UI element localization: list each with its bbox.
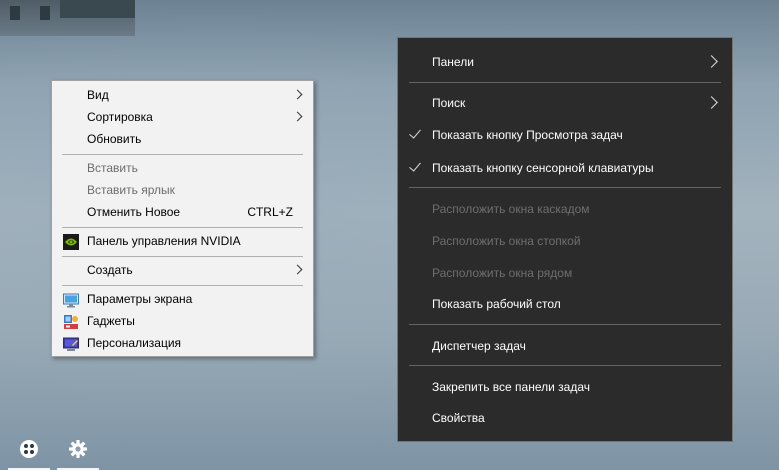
desktop-context-menu: Вид Сортировка Обновить Вставить Вставит…: [51, 80, 314, 357]
menu-separator: [62, 256, 303, 257]
menu-item-label: Показать рабочий стол: [432, 297, 561, 311]
menu-item-paste[interactable]: Вставить: [53, 158, 312, 179]
menu-item-label: Расположить окна каскадом: [432, 202, 590, 216]
taskbar-context-menu: Панели Поиск Показать кнопку Просмотра з…: [397, 37, 733, 442]
chevron-right-icon: [705, 96, 718, 109]
menu-separator: [409, 324, 721, 325]
menu-item-label: Расположить окна стопкой: [432, 234, 581, 248]
menu-item-show-desktop[interactable]: Показать рабочий стол: [398, 292, 732, 316]
gadgets-icon: [64, 315, 78, 329]
menu-separator: [409, 187, 721, 188]
menu-item-show-touch-keyboard-button[interactable]: Показать кнопку сенсорной клавиатуры: [398, 156, 732, 180]
menu-item-personalization[interactable]: Персонализация: [53, 333, 312, 354]
menu-item-sort[interactable]: Сортировка: [53, 107, 312, 128]
menu-item-nvidia-control-panel[interactable]: Панель управления NVIDIA: [53, 231, 312, 252]
nvidia-icon: [63, 234, 79, 250]
app-hub-icon: [20, 440, 38, 458]
chevron-right-icon: [292, 264, 303, 275]
taskbar[interactable]: [0, 430, 779, 470]
menu-item-label: Сортировка: [87, 110, 153, 124]
menu-item-label: Поиск: [432, 96, 466, 110]
desktop-wallpaper-fragment: [0, 0, 135, 36]
menu-item-label: Панели: [432, 55, 474, 69]
menu-item-label: Параметры экрана: [87, 292, 193, 306]
menu-item-label: Вставить: [87, 161, 138, 175]
menu-item-create[interactable]: Создать: [53, 260, 312, 281]
menu-item-display-settings[interactable]: Параметры экрана: [53, 289, 312, 310]
menu-item-label: Вид: [87, 88, 109, 102]
display-icon: [63, 293, 79, 308]
menu-item-label: Обновить: [87, 132, 142, 146]
menu-item-paste-shortcut[interactable]: Вставить ярлык: [53, 180, 312, 201]
gear-icon: [69, 440, 87, 458]
menu-item-task-manager[interactable]: Диспетчер задач: [398, 334, 732, 358]
menu-item-gadgets[interactable]: Гаджеты: [53, 311, 312, 332]
menu-separator: [409, 365, 721, 366]
menu-item-label: Вставить ярлык: [87, 183, 175, 197]
menu-item-properties[interactable]: Свойства: [398, 406, 732, 430]
checkmark-icon: [409, 126, 421, 139]
chevron-right-icon: [705, 55, 718, 68]
menu-item-toolbars[interactable]: Панели: [398, 50, 732, 74]
menu-item-label: Гаджеты: [87, 314, 135, 328]
taskbar-app-button[interactable]: [8, 430, 50, 470]
menu-separator: [62, 227, 303, 228]
chevron-right-icon: [292, 89, 303, 100]
menu-item-label: Диспетчер задач: [432, 339, 526, 353]
menu-separator: [409, 82, 721, 83]
menu-item-label: Свойства: [432, 411, 485, 425]
menu-item-label: Создать: [87, 263, 133, 277]
menu-item-view[interactable]: Вид: [53, 85, 312, 106]
menu-item-undo-new[interactable]: Отменить Новое CTRL+Z: [53, 202, 312, 223]
menu-item-stack-windows[interactable]: Расположить окна стопкой: [398, 229, 732, 253]
menu-item-cascade-windows[interactable]: Расположить окна каскадом: [398, 197, 732, 221]
menu-item-label: Отменить Новое: [87, 205, 181, 219]
menu-item-refresh[interactable]: Обновить: [53, 129, 312, 150]
menu-item-label: Персонализация: [87, 336, 182, 350]
menu-item-label: Закрепить все панели задач: [432, 380, 591, 394]
menu-item-label: Показать кнопку Просмотра задач: [432, 128, 623, 142]
menu-item-side-by-side-windows[interactable]: Расположить окна рядом: [398, 261, 732, 285]
menu-item-show-task-view-button[interactable]: Показать кнопку Просмотра задач: [398, 123, 732, 147]
menu-item-label: Панель управления NVIDIA: [87, 234, 241, 248]
checkmark-icon: [409, 159, 421, 172]
personalization-icon: [63, 337, 79, 351]
menu-item-label: Расположить окна рядом: [432, 266, 573, 280]
menu-separator: [62, 154, 303, 155]
chevron-right-icon: [292, 111, 303, 122]
menu-item-lock-taskbars[interactable]: Закрепить все панели задач: [398, 375, 732, 399]
menu-item-label: Показать кнопку сенсорной клавиатуры: [432, 161, 654, 175]
menu-separator: [62, 285, 303, 286]
menu-item-search[interactable]: Поиск: [398, 91, 732, 115]
shortcut-text: CTRL+Z: [247, 205, 293, 219]
taskbar-settings-button[interactable]: [57, 430, 99, 470]
